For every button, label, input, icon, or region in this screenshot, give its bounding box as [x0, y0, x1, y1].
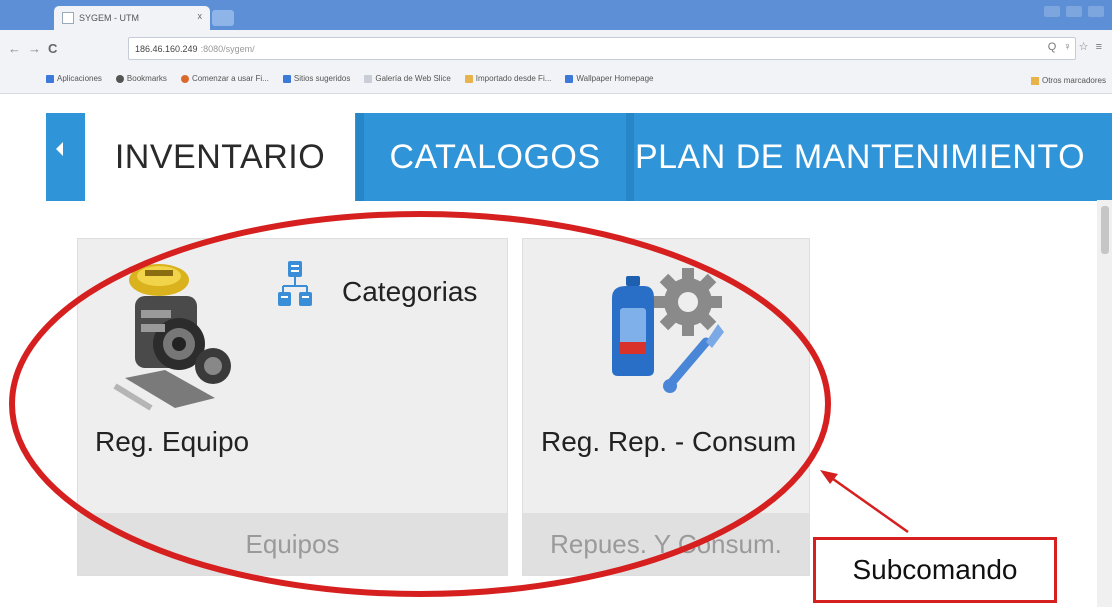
- tile-footer: Equipos: [78, 513, 507, 575]
- toolbar-icons[interactable]: Q ♀ ☆ ≡: [1048, 40, 1104, 53]
- reg-equipo-label[interactable]: Reg. Equipo: [95, 426, 249, 458]
- star-icon: [115, 74, 124, 83]
- folder-icon: [464, 74, 473, 83]
- folder-icon: [1030, 76, 1039, 85]
- tile-footer: Repues. Y Consum.: [523, 513, 809, 575]
- annotation-arrow: [825, 472, 909, 534]
- bookmark-item[interactable]: Sitios sugeridos: [282, 74, 350, 83]
- apps-icon: [46, 74, 54, 83]
- tab-catalogos[interactable]: CATALOGOS: [364, 113, 626, 201]
- bookmark-item[interactable]: Bookmarks: [115, 74, 167, 83]
- bookmark-item[interactable]: Comenzar a usar Fi...: [180, 74, 269, 83]
- url-path: :8080/sygem/: [200, 43, 255, 54]
- close-window-icon[interactable]: [1088, 6, 1104, 17]
- nav-back-arrow-icon[interactable]: [56, 142, 63, 156]
- scrollbar-thumb[interactable]: [1101, 206, 1109, 254]
- maximize-icon[interactable]: [1066, 6, 1082, 17]
- wallpaper-icon: [565, 74, 574, 83]
- bookmark-item[interactable]: Importado desde Fi...: [464, 74, 551, 83]
- bookmark-item[interactable]: Galería de Web Slice: [364, 74, 451, 83]
- other-bookmarks[interactable]: Otros marcadores: [1030, 76, 1106, 85]
- tab-divider: [626, 113, 634, 201]
- page-favicon-icon: [62, 12, 74, 24]
- window-controls: [1044, 6, 1104, 17]
- tab-divider: [356, 113, 364, 201]
- bookmarks-bar: Aplicaciones Bookmarks Comenzar a usar F…: [0, 64, 1112, 94]
- annotation-arrowhead: [820, 470, 838, 484]
- ie-icon: [282, 74, 291, 83]
- tab-plan-de-mantenimiento[interactable]: PLAN DE MANTENIMIENTO: [634, 113, 1086, 201]
- categorias-link[interactable]: Categorias: [342, 276, 477, 308]
- tab-close-icon[interactable]: x: [198, 11, 203, 21]
- forward-arrow-icon[interactable]: →: [28, 41, 41, 56]
- subcomando-callout: Subcomando: [813, 537, 1057, 603]
- tab-title: SYGEM - UTM: [79, 13, 139, 23]
- tab-inventario[interactable]: INVENTARIO: [85, 113, 355, 201]
- back-arrow-icon[interactable]: ←: [8, 41, 21, 56]
- url-host: 186.46.160.249: [135, 43, 198, 54]
- browser-titlebar: SYGEM - UTM x: [0, 0, 1112, 30]
- bookmark-item[interactable]: Aplicaciones: [46, 74, 102, 83]
- browser-tab[interactable]: SYGEM - UTM x: [54, 6, 210, 30]
- minimize-icon[interactable]: [1044, 6, 1060, 17]
- address-bar[interactable]: 186.46.160.249:8080/sygem/: [128, 37, 1076, 60]
- engine-icon[interactable]: [105, 258, 245, 418]
- firefox-icon: [180, 74, 189, 83]
- oil-and-tools-icon[interactable]: [602, 262, 732, 412]
- page-icon: [364, 74, 373, 83]
- new-tab-button[interactable]: [212, 10, 234, 26]
- bookmark-item[interactable]: Wallpaper Homepage: [565, 74, 653, 83]
- reg-rep-consum-label[interactable]: Reg. Rep. - Consum: [541, 426, 796, 458]
- scrollbar[interactable]: [1097, 200, 1112, 607]
- reload-icon[interactable]: C: [48, 41, 57, 56]
- categories-icon[interactable]: [278, 260, 312, 312]
